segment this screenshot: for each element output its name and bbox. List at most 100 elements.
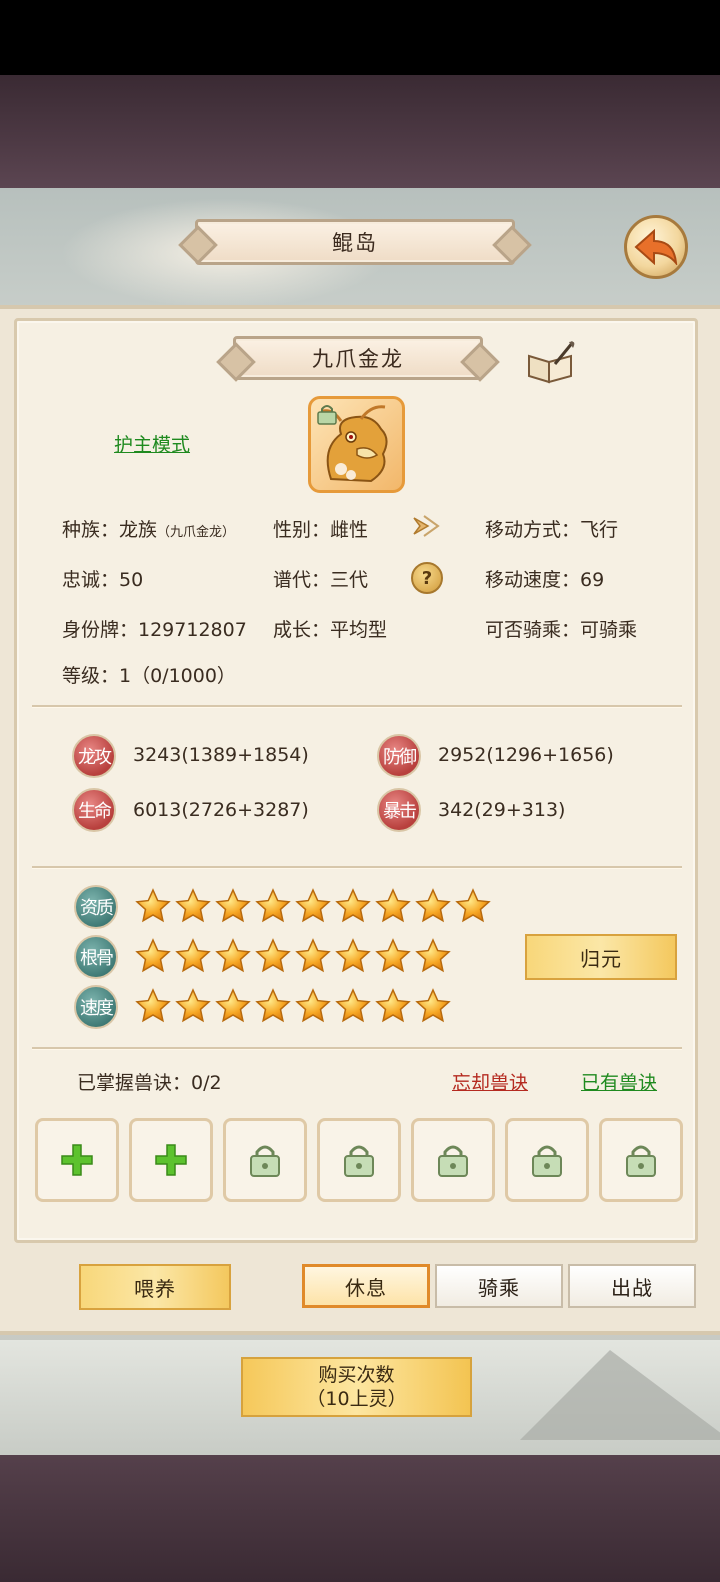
level: 等级：1（0/1000） (62, 665, 236, 687)
lock-icon (532, 1145, 562, 1177)
star-icon (375, 988, 411, 1024)
bone-stars (135, 938, 451, 974)
star-icon (175, 888, 211, 924)
hp-value: 6013(2726+3287) (133, 799, 309, 821)
star-icon (135, 888, 171, 924)
race-value: 龙族 (119, 519, 158, 541)
skill-slot-locked[interactable] (505, 1118, 589, 1202)
divider (32, 866, 682, 869)
star-icon (415, 938, 451, 974)
star-icon (255, 988, 291, 1024)
rideable: 可否骑乘：可骑乘 (485, 619, 638, 641)
book-quill-icon[interactable] (525, 338, 577, 388)
skill-slot-locked[interactable] (599, 1118, 683, 1202)
help-icon[interactable]: ? (411, 562, 443, 594)
page-title: 鲲岛 (332, 231, 378, 255)
plus-icon (155, 1144, 187, 1176)
gender-arrow-icon[interactable] (410, 512, 440, 544)
star-icon (455, 888, 491, 924)
race-label: 种族： (62, 519, 120, 541)
buy-times-cost: （10上灵） (306, 1388, 407, 1410)
speed-badge: 速度 (74, 985, 118, 1029)
battle-button[interactable]: 出战 (568, 1264, 696, 1308)
star-icon (415, 888, 451, 924)
star-icon (255, 938, 291, 974)
divider (32, 705, 682, 708)
lock-icon (626, 1145, 656, 1177)
star-icon (295, 938, 331, 974)
race-row: 种族：龙族（九爪金龙） (62, 515, 235, 542)
back-arrow-icon (634, 229, 678, 265)
bottom-decor-band (0, 1455, 720, 1582)
attack-value: 3243(1389+1854) (133, 744, 309, 766)
gender: 性别：雌性 (273, 519, 369, 541)
attack-badge: 龙攻 (72, 734, 116, 778)
aptitude-stars (135, 888, 491, 924)
move-speed: 移动速度：69 (485, 569, 605, 591)
skill-slot-locked[interactable] (317, 1118, 401, 1202)
skill-slot-add[interactable] (129, 1118, 213, 1202)
star-icon (375, 938, 411, 974)
star-icon (295, 888, 331, 924)
star-icon (215, 988, 251, 1024)
defense-badge: 防御 (377, 734, 421, 778)
star-icon (415, 988, 451, 1024)
star-icon (335, 888, 371, 924)
skills-mastered: 已掌握兽诀：0/2 (77, 1072, 222, 1094)
star-icon (335, 938, 371, 974)
buy-times-button[interactable]: 购买次数 （10上灵） (241, 1357, 472, 1417)
pet-name: 九爪金龙 (312, 347, 404, 371)
forget-skill-link[interactable]: 忘却兽诀 (452, 1068, 528, 1095)
reset-button[interactable]: 归元 (525, 934, 677, 980)
owned-skills-link[interactable]: 已有兽诀 (581, 1068, 657, 1095)
rest-button[interactable]: 休息 (302, 1264, 430, 1308)
star-icon (255, 888, 291, 924)
background-mountain (520, 1350, 720, 1440)
star-icon (215, 938, 251, 974)
star-icon (375, 888, 411, 924)
reset-button-label: 归元 (580, 946, 622, 971)
skill-slot-add[interactable] (35, 1118, 119, 1202)
top-decor-band (0, 75, 720, 190)
star-icon (135, 988, 171, 1024)
bone-badge: 根骨 (74, 935, 118, 979)
star-icon (215, 888, 251, 924)
speed-stars (135, 988, 451, 1024)
star-icon (295, 988, 331, 1024)
generation: 谱代：三代 (273, 569, 369, 591)
page-title-plate: 鲲岛 (195, 219, 515, 265)
crit-badge: 暴击 (377, 788, 421, 832)
id-tag: 身份牌：129712807 (62, 619, 247, 641)
guard-mode-link[interactable]: 护主模式 (114, 430, 190, 457)
star-icon (175, 988, 211, 1024)
hp-badge: 生命 (72, 788, 116, 832)
lock-icon (438, 1145, 468, 1177)
aptitude-badge: 资质 (74, 885, 118, 929)
ride-button[interactable]: 骑乘 (435, 1264, 563, 1308)
skill-slot-locked[interactable] (411, 1118, 495, 1202)
lock-icon (317, 405, 337, 425)
star-icon (135, 938, 171, 974)
pet-portrait[interactable] (308, 396, 405, 493)
skill-slot-locked[interactable] (223, 1118, 307, 1202)
pet-name-plate: 九爪金龙 (233, 336, 483, 380)
rest-button-label: 休息 (345, 1275, 387, 1300)
lock-icon (344, 1145, 374, 1177)
back-button[interactable] (624, 215, 688, 279)
divider (32, 1047, 682, 1050)
defense-value: 2952(1296+1656) (438, 744, 614, 766)
star-icon (335, 988, 371, 1024)
feed-button[interactable]: 喂养 (79, 1264, 231, 1310)
move-type: 移动方式：飞行 (485, 519, 619, 541)
battle-button-label: 出战 (611, 1275, 653, 1300)
star-icon (175, 938, 211, 974)
ride-button-label: 骑乘 (478, 1275, 520, 1300)
crit-value: 342(29+313) (438, 799, 566, 821)
race-subtype: （九爪金龙） (157, 525, 236, 540)
feed-button-label: 喂养 (134, 1276, 176, 1301)
lock-icon (250, 1145, 280, 1177)
buy-times-label: 购买次数 (318, 1364, 395, 1386)
plus-icon (61, 1144, 93, 1176)
growth: 成长：平均型 (273, 619, 388, 641)
loyalty: 忠诚：50 (62, 569, 144, 591)
